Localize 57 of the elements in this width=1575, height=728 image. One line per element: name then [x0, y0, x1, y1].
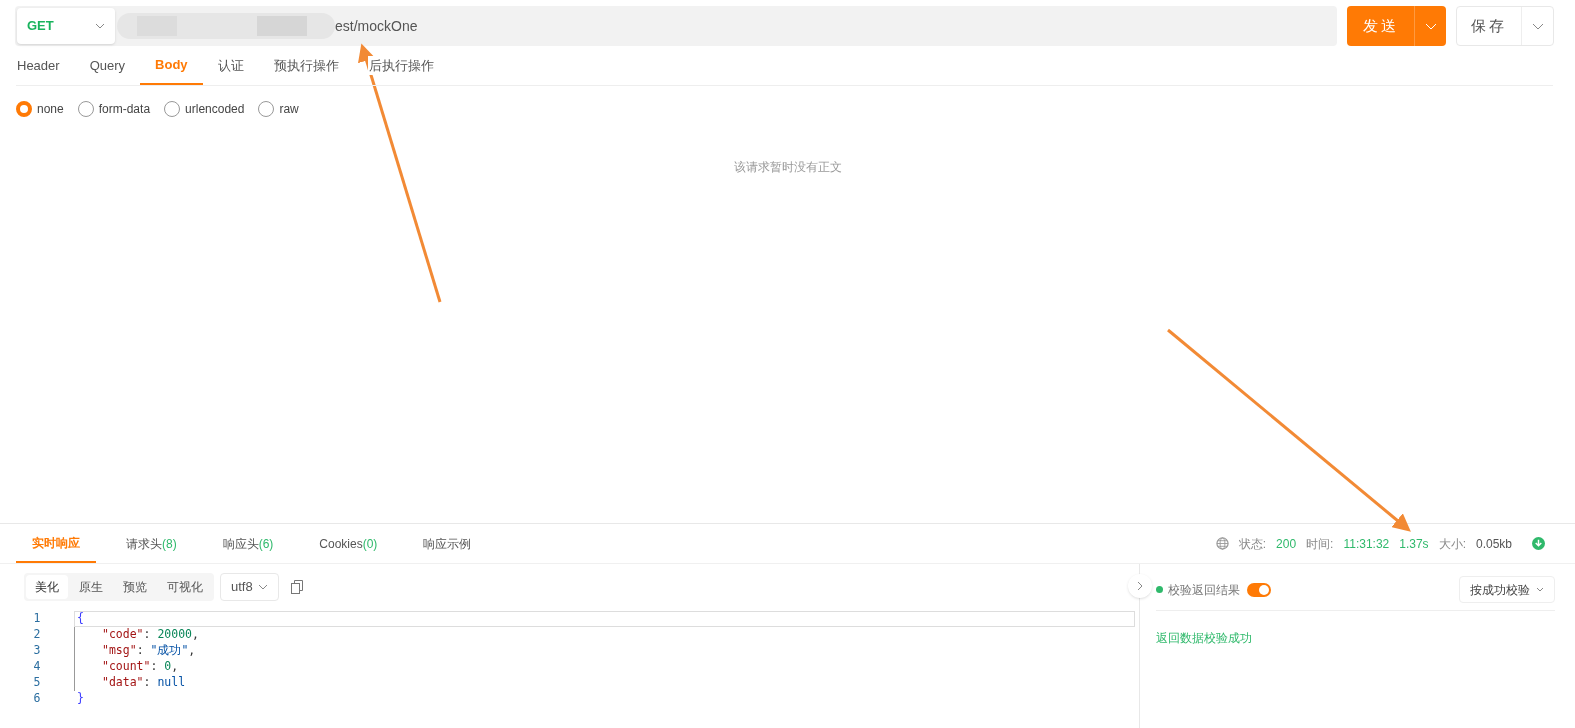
request-tab[interactable]: Header: [16, 46, 75, 85]
status-label: 状态:: [1238, 535, 1267, 553]
radio-button[interactable]: [77, 101, 94, 117]
status-label: 大小:: [1438, 535, 1466, 553]
status-value: 0.05kb: [1475, 535, 1512, 553]
request-tab[interactable]: Query: [74, 46, 141, 85]
save-button[interactable]: 保存: [1456, 6, 1554, 46]
line-number: 1: [32, 610, 42, 628]
code-line: "code": 20000,: [74, 627, 1135, 643]
request-tab[interactable]: 后执行操作: [353, 46, 449, 85]
radio-button[interactable]: [258, 101, 275, 117]
line-number: 4: [32, 658, 42, 676]
response-tab[interactable]: Cookies(0): [303, 524, 394, 563]
url-field[interactable]: est/mockOne: [117, 8, 1335, 44]
globe-icon: [1215, 537, 1229, 550]
view-mode-tab[interactable]: 原生: [70, 575, 112, 599]
radio-label: none: [37, 101, 64, 118]
chevron-down-icon: [1536, 587, 1544, 592]
chevron-down-icon: [95, 23, 105, 29]
code-line: "msg": "成功",: [74, 643, 1135, 659]
chevron-down-icon: [257, 584, 268, 590]
view-mode-tab[interactable]: 美化: [26, 575, 68, 599]
radio-label: form-data: [98, 101, 151, 118]
line-number: 6: [32, 690, 42, 708]
redacted-blur-icon: [117, 13, 335, 39]
code-line: }: [76, 691, 85, 707]
validation-result: 返回数据校验成功: [1156, 630, 1253, 647]
status-label: 时间:: [1306, 535, 1334, 553]
view-mode-tab[interactable]: 预览: [114, 575, 156, 599]
download-icon[interactable]: [1532, 537, 1545, 550]
line-number: 5: [32, 674, 42, 692]
empty-body-message: 该请求暂时没有正文: [733, 159, 842, 176]
validation-mode-select[interactable]: 按成功校验: [1459, 576, 1555, 603]
radio-label: raw: [279, 101, 299, 118]
chevron-down-icon: [1531, 22, 1544, 30]
line-number: 3: [32, 642, 42, 660]
line-number: 2: [32, 626, 42, 644]
request-tab[interactable]: 预执行操作: [258, 46, 354, 85]
code-line: "data": null: [74, 675, 1135, 691]
status-value: 1.37s: [1399, 535, 1429, 553]
code-line: "count": 0,: [74, 659, 1135, 675]
status-value: 200: [1276, 535, 1297, 553]
response-tab[interactable]: 响应头(6): [206, 524, 290, 563]
radio-button[interactable]: [164, 101, 181, 117]
request-tab[interactable]: 认证: [202, 46, 259, 85]
radio-label: urlencoded: [185, 101, 245, 118]
copy-icon[interactable]: [290, 580, 303, 594]
status-value: 11:31:32: [1343, 535, 1390, 553]
view-mode-tab[interactable]: 可视化: [158, 575, 212, 599]
response-tab[interactable]: 响应示例: [407, 524, 488, 563]
chevron-right-icon: [1137, 581, 1143, 591]
validation-label: 校验返回结果: [1168, 581, 1240, 599]
encoding-select[interactable]: utf8: [220, 573, 279, 601]
chevron-down-icon: [1424, 22, 1437, 30]
toggle-switch[interactable]: [1247, 582, 1271, 597]
response-tab[interactable]: 请求头(8): [110, 524, 193, 563]
radio-button[interactable]: [16, 101, 32, 117]
